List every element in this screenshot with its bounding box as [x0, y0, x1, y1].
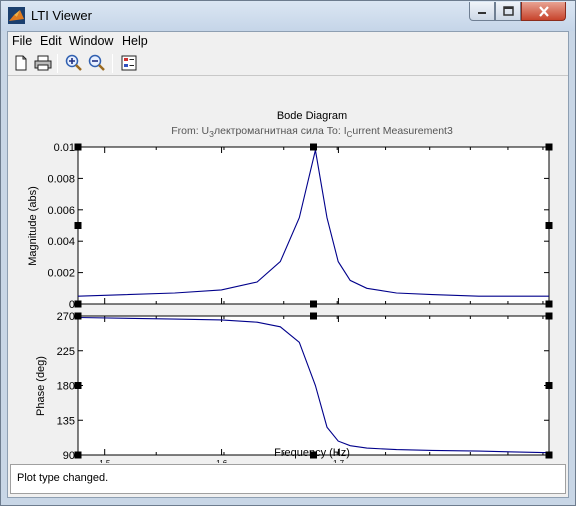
zoom-out-button[interactable] — [86, 53, 107, 73]
plot-subtitle: From: UЗлектромагнитная сила To: ICurren… — [171, 125, 453, 139]
bode-diagram[interactable]: Bode Diagram From: UЗлектромагнитная сил… — [8, 77, 568, 474]
plot-title: Bode Diagram — [277, 110, 347, 122]
phase-selection-handle[interactable] — [74, 382, 82, 389]
phase-selection-handle[interactable] — [545, 451, 553, 459]
mag-selection-handle[interactable] — [310, 143, 317, 151]
status-bar: Plot type changed. — [10, 464, 566, 494]
title-bar[interactable]: LTI Viewer — [1, 1, 575, 31]
maximize-icon — [502, 6, 514, 16]
phase-selection-handle[interactable] — [545, 382, 553, 389]
close-button[interactable] — [521, 2, 566, 21]
magnitude-ylabel: Magnitude (abs) — [27, 186, 39, 266]
close-icon — [538, 5, 549, 17]
mag-selection-handle[interactable] — [545, 222, 553, 229]
new-icon — [15, 55, 26, 71]
phase-ytick-label: 225 — [57, 346, 75, 358]
xtick-label: 101.5 — [87, 459, 111, 463]
mag-selection-handle[interactable] — [545, 300, 553, 308]
phase-ytick-label: 270 — [57, 311, 75, 323]
phase-axes[interactable]: 90 135 180 225 270 101.5 101.6 101.7 — [57, 311, 553, 474]
mag-ytick-label: 0.008 — [47, 173, 75, 185]
magnitude-axes[interactable]: 0 0.002 0.004 0.006 0.008 0.01 — [47, 142, 553, 311]
status-text: Plot type changed. — [17, 472, 109, 484]
phase-ytick-label: 135 — [57, 415, 75, 427]
phase-ytick-label: 180 — [57, 381, 75, 393]
subtitle-from-label: From: — [171, 125, 198, 137]
phase-ytick-label: 90 — [63, 450, 75, 462]
mag-ytick-label: 0.006 — [47, 205, 75, 217]
menu-edit[interactable]: Edit — [40, 34, 62, 48]
mag-selection-handle[interactable] — [74, 222, 82, 229]
plot-panel: Bode Diagram From: UЗлектромагнитная сил… — [8, 77, 568, 474]
matlab-icon — [8, 7, 25, 24]
zoom-out-icon — [88, 54, 105, 71]
xtick-label: 101.7 — [321, 459, 345, 463]
subtitle-from-rest: лектромагнитная сила — [214, 125, 324, 137]
mag-ytick-label: 0.002 — [47, 268, 75, 280]
phase-selection-handle[interactable] — [74, 312, 82, 320]
menu-bar: File Edit Window Help — [8, 32, 568, 51]
lti-viewer-window: LTI Viewer File Edit Window Help Bode Di… — [0, 0, 576, 506]
print-icon — [34, 55, 51, 71]
mag-ytick-label: 0.004 — [47, 236, 75, 248]
subtitle-to-rest: urrent Measurement3 — [352, 125, 453, 137]
phase-selection-handle[interactable] — [74, 451, 82, 459]
phase-ylabel: Phase (deg) — [35, 356, 47, 416]
subtitle-from-main: U — [202, 125, 210, 137]
mag-plot-area — [77, 146, 550, 305]
mag-ytick-label: 0.01 — [54, 142, 75, 154]
menu-window[interactable]: Window — [69, 34, 113, 48]
toolbar — [8, 51, 568, 76]
print-button[interactable] — [32, 53, 53, 73]
phase-selection-handle[interactable] — [310, 312, 317, 320]
menu-help[interactable]: Help — [122, 34, 148, 48]
new-button[interactable] — [10, 53, 31, 73]
maximize-button[interactable] — [495, 2, 521, 21]
mag-ytick-label: 0 — [69, 299, 75, 311]
menu-file[interactable]: File — [12, 34, 32, 48]
mag-selection-handle[interactable] — [74, 143, 82, 151]
grid-legend-icon — [121, 55, 136, 71]
zoom-in-button[interactable] — [63, 53, 84, 73]
frequency-xlabel: Frequency (Hz) — [274, 447, 350, 459]
mag-selection-handle[interactable] — [74, 300, 82, 308]
legend-button[interactable] — [118, 53, 139, 73]
minimize-button[interactable] — [469, 2, 495, 21]
minimize-icon — [478, 12, 486, 14]
phase-plot-area — [77, 315, 550, 456]
xtick-label: 101.6 — [204, 459, 228, 463]
mag-selection-handle[interactable] — [310, 300, 317, 308]
mag-selection-handle[interactable] — [545, 143, 553, 151]
zoom-in-icon — [65, 54, 82, 71]
window-title: LTI Viewer — [31, 8, 92, 23]
client-area: File Edit Window Help Bode Diagram From:… — [7, 31, 569, 498]
subtitle-to-label: To: — [327, 125, 341, 137]
phase-selection-handle[interactable] — [545, 312, 553, 320]
